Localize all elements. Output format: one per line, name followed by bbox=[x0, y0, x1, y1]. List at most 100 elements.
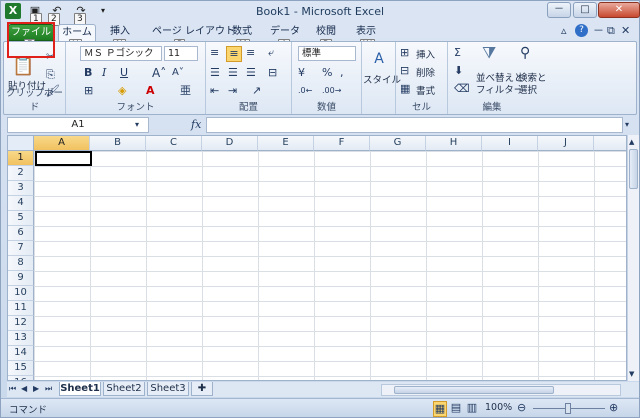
insert-cells-icon[interactable]: ⊞ bbox=[400, 46, 409, 60]
zoom-in-icon[interactable]: ⊕ bbox=[609, 401, 618, 415]
grow-font-icon[interactable]: A˄ bbox=[152, 66, 166, 80]
first-sheet-icon[interactable]: ⏮ bbox=[9, 382, 16, 396]
insert-cells-label[interactable]: 挿入 bbox=[416, 47, 435, 61]
prev-sheet-icon[interactable]: ◀ bbox=[21, 382, 27, 396]
scroll-down-icon[interactable]: ▼ bbox=[629, 367, 634, 381]
row-header[interactable]: 2 bbox=[8, 166, 34, 181]
row-header[interactable]: 16 bbox=[8, 376, 34, 380]
minimize-button[interactable]: － bbox=[547, 2, 571, 18]
column-header[interactable]: J bbox=[538, 136, 594, 151]
fill-color-icon[interactable]: ◈ bbox=[118, 84, 126, 98]
row-header[interactable]: 7 bbox=[8, 241, 34, 256]
phonetic-icon[interactable]: 亜 bbox=[180, 84, 191, 98]
row-header[interactable]: 4 bbox=[8, 196, 34, 211]
name-box[interactable]: A1 bbox=[7, 117, 149, 133]
sort-filter-icon[interactable]: ⧩ bbox=[482, 45, 496, 61]
row-header[interactable]: 8 bbox=[8, 256, 34, 271]
row-header[interactable]: 5 bbox=[8, 211, 34, 226]
vertical-scrollbar[interactable]: ▲ ▼ bbox=[627, 135, 639, 381]
increase-indent-icon[interactable]: ⇥ bbox=[228, 84, 237, 98]
format-cells-label[interactable]: 書式 bbox=[416, 83, 435, 97]
sort-filter-label-2[interactable]: フィルター bbox=[476, 82, 523, 96]
row-header[interactable]: 12 bbox=[8, 316, 34, 331]
worksheet-grid[interactable]: A B C D E F G H I J 1 2 3 4 5 6 7 8 9 10… bbox=[7, 135, 627, 381]
active-cell-cursor[interactable] bbox=[35, 151, 92, 166]
insert-sheet-icon[interactable]: ✚ bbox=[191, 382, 213, 396]
wrap-text-icon[interactable]: ⤶ bbox=[268, 46, 274, 60]
doc-restore-icon[interactable]: ⧉ bbox=[607, 24, 615, 38]
comma-icon[interactable]: , bbox=[340, 66, 344, 80]
doc-minimize-icon[interactable]: － bbox=[593, 24, 604, 38]
decrease-indent-icon[interactable]: ⇤ bbox=[210, 84, 219, 98]
row-header[interactable]: 11 bbox=[8, 301, 34, 316]
insert-function-icon[interactable]: fx bbox=[191, 118, 201, 132]
font-color-icon[interactable]: A bbox=[146, 84, 155, 98]
row-header[interactable]: 9 bbox=[8, 271, 34, 286]
help-icon[interactable]: ? bbox=[575, 24, 588, 37]
align-center-icon[interactable]: ☰ bbox=[228, 66, 238, 80]
column-header[interactable]: F bbox=[314, 136, 370, 151]
cell-area[interactable] bbox=[34, 151, 626, 380]
orientation-icon[interactable]: ↗ bbox=[252, 84, 261, 98]
column-header[interactable]: G bbox=[370, 136, 426, 151]
column-header-partial[interactable] bbox=[594, 136, 626, 151]
align-top-icon[interactable]: ≡ bbox=[210, 46, 219, 60]
decrease-decimal-icon[interactable]: .00→ bbox=[322, 84, 341, 98]
underline-button[interactable]: U bbox=[120, 66, 128, 80]
column-header[interactable]: H bbox=[426, 136, 482, 151]
horizontal-scroll-thumb[interactable] bbox=[394, 386, 554, 394]
expand-formula-icon[interactable]: ▾ bbox=[625, 118, 629, 132]
currency-icon[interactable]: ¥ bbox=[298, 66, 305, 80]
find-select-icon[interactable]: ⚲ bbox=[520, 46, 530, 60]
row-header[interactable]: 15 bbox=[8, 361, 34, 376]
vertical-scroll-thumb[interactable] bbox=[629, 149, 638, 189]
font-size-select[interactable]: 11 bbox=[164, 46, 198, 61]
row-header[interactable]: 13 bbox=[8, 331, 34, 346]
close-button[interactable]: ✕ bbox=[598, 2, 640, 18]
fill-icon[interactable]: ⬇ bbox=[454, 64, 463, 78]
percent-icon[interactable]: % bbox=[322, 66, 332, 80]
find-select-label-2[interactable]: 選択 bbox=[518, 82, 537, 96]
column-header[interactable]: E bbox=[258, 136, 314, 151]
column-header[interactable]: C bbox=[146, 136, 202, 151]
increase-decimal-icon[interactable]: .0← bbox=[298, 84, 312, 98]
column-header[interactable]: D bbox=[202, 136, 258, 151]
column-header[interactable]: I bbox=[482, 136, 538, 151]
align-left-icon[interactable]: ☰ bbox=[210, 66, 220, 80]
formula-input[interactable] bbox=[206, 117, 623, 133]
select-all-corner[interactable] bbox=[8, 136, 34, 151]
page-break-view-icon[interactable]: ▥ bbox=[465, 401, 479, 415]
align-right-icon[interactable]: ☰ bbox=[246, 66, 256, 80]
clear-icon[interactable]: ⌫ bbox=[454, 82, 470, 96]
autosum-icon[interactable]: Σ bbox=[454, 46, 461, 60]
horizontal-scrollbar[interactable] bbox=[381, 384, 621, 396]
next-sheet-icon[interactable]: ▶ bbox=[33, 382, 39, 396]
row-header[interactable]: 1 bbox=[8, 151, 34, 166]
zoom-level[interactable]: 100% bbox=[485, 402, 512, 413]
sheet-tab-active[interactable]: Sheet1 bbox=[59, 382, 101, 396]
delete-cells-icon[interactable]: ⊟ bbox=[400, 64, 409, 78]
row-header[interactable]: 6 bbox=[8, 226, 34, 241]
normal-view-icon[interactable]: ▦ bbox=[433, 401, 447, 417]
row-header[interactable]: 10 bbox=[8, 286, 34, 301]
font-name-select[interactable]: ＭＳ Ｐゴシック bbox=[80, 46, 162, 61]
row-header[interactable]: 3 bbox=[8, 181, 34, 196]
number-format-select[interactable]: 標準 bbox=[298, 46, 356, 61]
doc-close-icon[interactable]: ✕ bbox=[621, 24, 630, 38]
align-middle-icon[interactable]: ≡ bbox=[226, 46, 242, 62]
styles-icon[interactable]: A bbox=[370, 50, 388, 68]
last-sheet-icon[interactable]: ⏭ bbox=[45, 382, 52, 396]
namebox-dropdown-icon[interactable]: ▾ bbox=[135, 118, 139, 132]
align-bottom-icon[interactable]: ≡ bbox=[246, 46, 255, 60]
format-cells-icon[interactable]: ▦ bbox=[400, 82, 410, 96]
scroll-up-icon[interactable]: ▲ bbox=[629, 135, 634, 149]
zoom-out-icon[interactable]: ⊖ bbox=[517, 401, 526, 415]
sheet-tab[interactable]: Sheet2 bbox=[103, 382, 145, 396]
page-layout-view-icon[interactable]: ▤ bbox=[449, 401, 463, 415]
shrink-font-icon[interactable]: A˅ bbox=[172, 66, 184, 80]
column-header[interactable]: B bbox=[90, 136, 146, 151]
italic-button[interactable]: I bbox=[102, 66, 106, 80]
minimize-ribbon-icon[interactable]: ▵ bbox=[561, 24, 567, 38]
maximize-button[interactable]: □ bbox=[573, 2, 597, 18]
border-icon[interactable]: ⊞ bbox=[84, 84, 93, 98]
